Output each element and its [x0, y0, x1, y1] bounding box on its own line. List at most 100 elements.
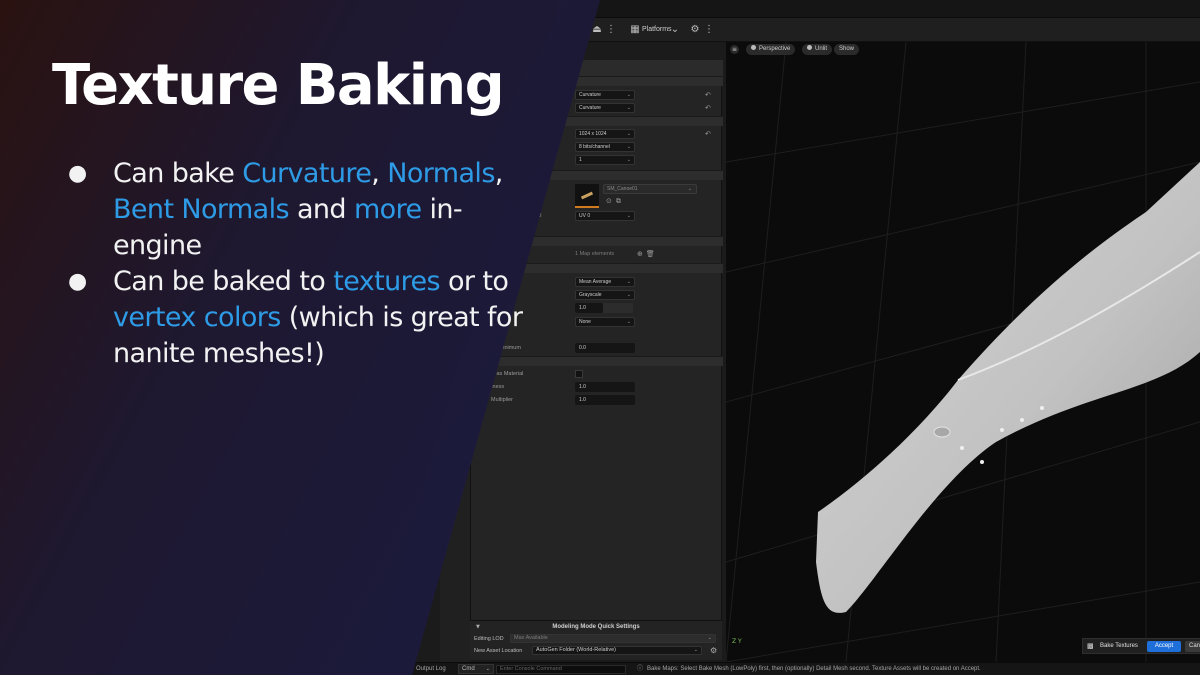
- bullet-marker: ●: [68, 269, 87, 294]
- editor-toolbar: ⏏ ⋮ ▦ Platforms ⌄ ⚙ ⋮: [0, 18, 1200, 42]
- details-header: [471, 60, 723, 76]
- chevron-down-icon: ⌄: [626, 319, 631, 325]
- browse-icon[interactable]: ⊙: [606, 197, 616, 205]
- brightness-label: tness: [491, 384, 505, 390]
- cancel-button[interactable]: Can: [1185, 641, 1200, 652]
- range-minimum-input[interactable]: 0.0: [575, 343, 635, 353]
- chevron-down-icon: ⌄: [707, 635, 712, 641]
- mesh-asset-dropdown[interactable]: SM_Canoe01 ⌄: [603, 184, 697, 194]
- editing-lod-dropdown[interactable]: Max Available ⌄: [510, 634, 716, 643]
- curvature-dropdown[interactable]: Curvature ⌄: [575, 103, 635, 113]
- quick-settings-title: Modeling Mode Quick Settings: [552, 624, 640, 630]
- chevron-down-icon: ⌄: [687, 186, 692, 192]
- show-button[interactable]: Show: [834, 44, 860, 55]
- more-icon[interactable]: ⋮: [604, 23, 618, 37]
- multiplier-slider[interactable]: [603, 303, 633, 313]
- chevron-down-icon: ⌄: [626, 213, 631, 219]
- resolution-dropdown[interactable]: 1024 x 1024 ⌄: [575, 129, 635, 139]
- output-log-button[interactable]: Output Log: [416, 665, 446, 674]
- asset-action-icons[interactable]: ⊙⧉: [606, 197, 625, 206]
- cmd-dropdown[interactable]: Cmd ⌄: [458, 664, 494, 674]
- bit-depth-dropdown[interactable]: 8 bits/channel ⌄: [575, 142, 635, 152]
- eject-icon[interactable]: ⏏: [590, 23, 604, 37]
- none-dropdown[interactable]: None ⌄: [575, 317, 635, 327]
- reset-icon[interactable]: ↶: [705, 104, 711, 112]
- uv-label: il: [539, 213, 542, 219]
- modeling-quick-settings: ▼ Modeling Mode Quick Settings Editing L…: [470, 620, 722, 660]
- highlight-vertex-colors: vertex colors: [113, 302, 281, 333]
- editing-lod-row: Editing LOD Max Available ⌄: [474, 634, 718, 644]
- copy-icon[interactable]: ⧉: [616, 197, 625, 205]
- ao-multiplier-label: Multiplier: [491, 397, 514, 403]
- map-element-actions: ⊕🗑: [637, 250, 658, 258]
- curvature-dropdown[interactable]: Curvature ⌄: [575, 90, 635, 100]
- accept-button[interactable]: Accept: [1147, 641, 1181, 652]
- status-bar: Output Log Cmd ⌄ Enter Console Command ⓘ …: [0, 662, 1200, 675]
- lighting-mode-button[interactable]: Unlit: [802, 44, 833, 55]
- property-row: 1024 x 1024 ⌄ ↶: [471, 128, 723, 141]
- slide-title: Texture Baking: [52, 53, 505, 118]
- highlight-more: more: [353, 194, 422, 225]
- chevron-down-icon: ⌄: [485, 666, 490, 672]
- chevron-down-icon: ⌄: [626, 292, 631, 298]
- asset-location-label: New Asset Location: [474, 648, 523, 654]
- ao-multiplier-input[interactable]: 1.0: [575, 395, 635, 405]
- property-row: Curvature ⌄ ↶: [471, 89, 723, 102]
- axis-gizmo: Z Y: [732, 638, 742, 645]
- chevron-down-icon: ⌄: [626, 144, 631, 150]
- bake-textures-toolbar: ▩ Bake Textures Accept Can: [1082, 638, 1200, 654]
- tool-status-message: Bake Maps: Select Bake Mesh (LowPoly) fi…: [647, 666, 981, 672]
- viewport-menu-icon[interactable]: ≡: [730, 45, 739, 54]
- highlight-bent-normals: Bent Normals: [113, 194, 290, 225]
- reset-icon[interactable]: ↶: [705, 130, 711, 138]
- property-row: 8 bits/channel ⌄: [471, 141, 723, 154]
- details-section-header[interactable]: [471, 116, 723, 126]
- reset-icon[interactable]: ↶: [705, 91, 711, 99]
- editing-lod-label: Editing LOD: [474, 636, 504, 642]
- map-elements-count: 1 Map elements: [575, 251, 615, 257]
- details-section-header[interactable]: [471, 76, 723, 86]
- brightness-input[interactable]: 1.0: [575, 382, 635, 392]
- help-icon: ⓘ: [637, 666, 644, 672]
- highlight-normals: Normals: [387, 158, 495, 189]
- console-command-input[interactable]: Enter Console Command: [496, 665, 626, 674]
- canoe-mesh: [816, 162, 1200, 613]
- bullet-list: ● Can bake Curvature, Normals, Bent Norm…: [68, 156, 538, 372]
- preview-as-material-checkbox[interactable]: [575, 370, 583, 378]
- bake-textures-label: Bake Textures: [1100, 643, 1138, 649]
- perspective-button[interactable]: Perspective: [746, 44, 796, 55]
- multiplier-input[interactable]: 1.0: [575, 303, 603, 313]
- platforms-icon[interactable]: ▦: [628, 23, 642, 37]
- bullet-item: ● Can be baked to textures or to vertex …: [68, 266, 523, 369]
- chevron-down-icon: ⌄: [626, 92, 631, 98]
- unlit-icon: [807, 45, 812, 50]
- chevron-down-icon: ⌄: [626, 131, 631, 137]
- more-icon[interactable]: ⋮: [702, 23, 716, 37]
- chevron-down-icon: ⌄: [626, 105, 631, 111]
- uv-channel-dropdown[interactable]: UV 0 ⌄: [575, 211, 635, 221]
- mean-average-dropdown[interactable]: Mean Average ⌄: [575, 277, 635, 287]
- chevron-down-icon: ⌄: [693, 647, 698, 653]
- canoe-seat-mount: [933, 426, 951, 438]
- chevron-down-icon[interactable]: ⌄: [668, 23, 682, 37]
- add-icon[interactable]: ⊕: [637, 250, 646, 258]
- bake-icon: ▩: [1087, 642, 1094, 650]
- camera-icon: [751, 45, 756, 50]
- property-row: Curvature ⌄ ↶: [471, 102, 723, 115]
- chevron-down-icon: ⌄: [626, 279, 631, 285]
- asset-location-dropdown[interactable]: AutoGen Folder (World-Relative) ⌄: [532, 646, 702, 655]
- bullet-item: ● Can bake Curvature, Normals, Bent Norm…: [68, 158, 503, 261]
- gear-icon[interactable]: ⚙: [710, 646, 717, 656]
- bullet-marker: ●: [68, 161, 87, 186]
- highlight-textures: textures: [333, 266, 441, 297]
- color-mode-dropdown[interactable]: Grayscale ⌄: [575, 290, 635, 300]
- trash-icon[interactable]: 🗑: [646, 250, 658, 258]
- settings-icon[interactable]: ⚙: [688, 23, 702, 37]
- chevron-down-icon: ⌄: [626, 157, 631, 163]
- editor-title-bar: [0, 0, 1200, 18]
- property-row: Multiplier 1.0: [471, 394, 723, 407]
- samples-dropdown[interactable]: 1 ⌄: [575, 155, 635, 165]
- level-viewport[interactable]: ≡ Perspective Unlit Show Z Y: [726, 42, 1200, 662]
- highlight-curvature: Curvature: [242, 158, 372, 189]
- property-row: tness 1.0: [471, 381, 723, 394]
